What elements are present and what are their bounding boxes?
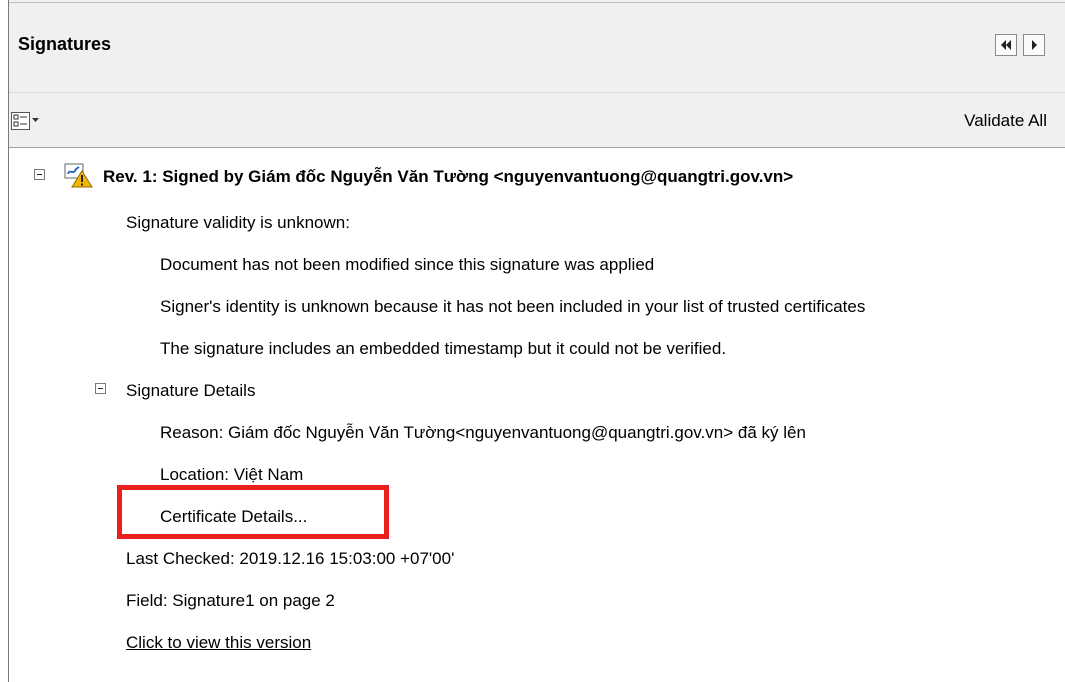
right-arrow-icon xyxy=(1032,40,1037,50)
panel-top-border xyxy=(9,2,1065,3)
validity-status: Signature validity is unknown: xyxy=(126,213,350,232)
view-version-link[interactable]: Click to view this version xyxy=(126,631,311,655)
highlight-box xyxy=(117,485,389,539)
signatures-panel: Signatures Validate All Rev. 1: Signed b… xyxy=(8,0,1065,682)
signature-reason: Reason: Giám đốc Nguyễn Văn Tường<nguyen… xyxy=(160,423,806,442)
last-checked: Last Checked: 2019.12.16 15:03:00 +07'00… xyxy=(126,549,455,568)
signature-details-label[interactable]: Signature Details xyxy=(126,379,255,403)
options-menu-button[interactable] xyxy=(11,109,41,133)
panel-title: Signatures xyxy=(18,34,112,54)
signature-location: Location: Việt Nam xyxy=(160,465,304,484)
double-left-arrow-icon xyxy=(1001,40,1011,50)
signature-header[interactable]: Rev. 1: Signed by Giám đốc Nguyễn Văn Tư… xyxy=(103,165,793,189)
signatures-toolbar: Validate All xyxy=(9,93,1065,148)
collapse-details-icon[interactable] xyxy=(95,383,106,394)
validity-item: Signer's identity is unknown because it … xyxy=(160,297,866,316)
collapse-panel-button[interactable] xyxy=(995,34,1017,56)
signature-field: Field: Signature1 on page 2 xyxy=(126,591,335,610)
collapse-signature-icon[interactable] xyxy=(34,169,45,180)
validity-item: Document has not been modified since thi… xyxy=(160,255,655,274)
signature-tree: Rev. 1: Signed by Giám đốc Nguyễn Văn Tư… xyxy=(9,148,1065,682)
validate-all-button[interactable]: Validate All xyxy=(964,111,1047,131)
signature-warning-icon xyxy=(64,163,93,188)
validity-item: The signature includes an embedded times… xyxy=(160,339,727,358)
list-options-icon xyxy=(11,112,39,130)
next-panel-button[interactable] xyxy=(1023,34,1045,56)
panel-header: Signatures xyxy=(9,0,1065,93)
